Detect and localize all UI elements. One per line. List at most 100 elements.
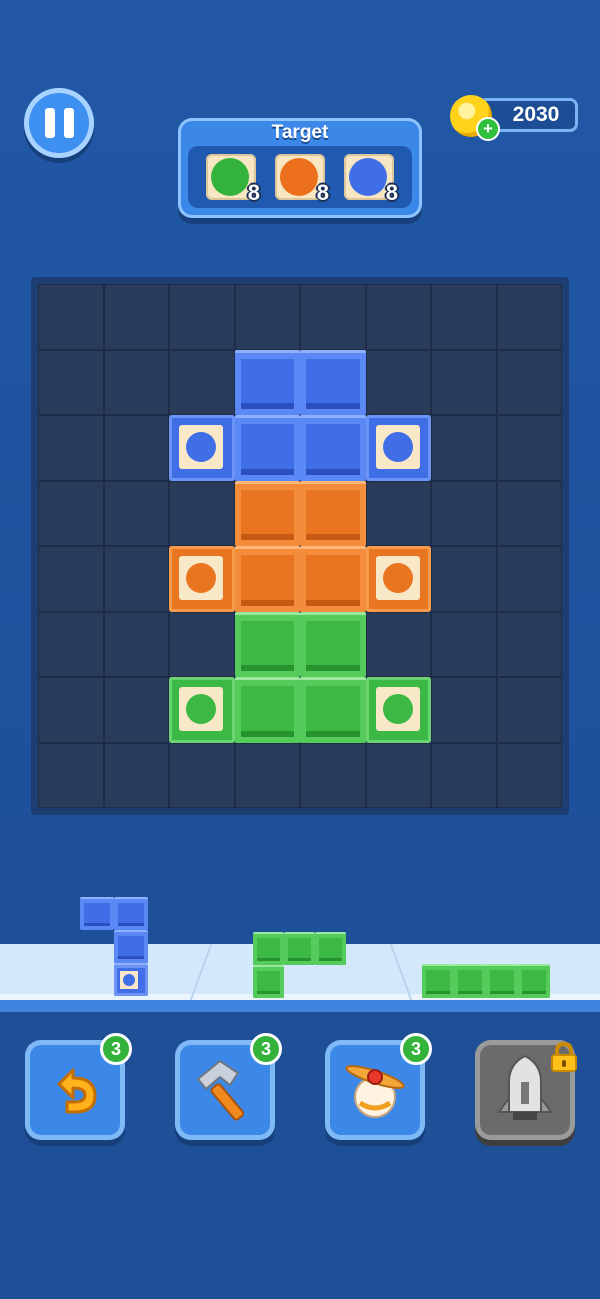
board-cell-empty[interactable] (38, 480, 104, 546)
board-cell-empty[interactable] (365, 284, 431, 350)
board-cell-empty[interactable] (169, 284, 235, 350)
board-cell-empty[interactable] (234, 742, 300, 808)
target-title: Target (271, 122, 329, 143)
board-cell-empty[interactable] (103, 415, 169, 481)
orange-circle-icon (186, 563, 216, 593)
board-cell-empty[interactable] (365, 480, 431, 546)
tile-pad (375, 556, 420, 600)
board-cell-empty[interactable] (496, 742, 562, 808)
target-count-green: 8 (247, 180, 260, 205)
undo-arrow-icon (57, 1068, 97, 1114)
green-circle-icon (211, 158, 249, 196)
add-coins-button[interactable]: + (476, 117, 500, 141)
board-cell-empty[interactable] (431, 611, 497, 677)
board-cell-empty[interactable] (38, 611, 104, 677)
board-cell-empty[interactable] (103, 742, 169, 808)
block-orange (300, 480, 366, 546)
board-cell-empty[interactable] (431, 284, 497, 350)
board-cell-empty[interactable] (103, 284, 169, 350)
lock-icon (551, 1042, 577, 1072)
target-count-blue: 8 (385, 180, 398, 205)
board-cell-empty[interactable] (496, 415, 562, 481)
block-green (234, 677, 300, 743)
board-cell-empty[interactable] (103, 546, 169, 612)
green-circle-icon (186, 694, 216, 724)
board-cell-empty[interactable] (496, 480, 562, 546)
board-cell-empty[interactable] (38, 415, 104, 481)
board-cell-empty[interactable] (234, 284, 300, 350)
board-cell-empty[interactable] (38, 284, 104, 350)
blue-circle-icon (186, 432, 216, 462)
tray-edge (0, 1000, 600, 1012)
target-item-blue: 8 (344, 154, 398, 205)
board-cell-empty[interactable] (103, 349, 169, 415)
target-tile-green (365, 677, 431, 743)
board-cell-empty[interactable] (38, 349, 104, 415)
board-cell-empty[interactable] (169, 349, 235, 415)
board-cell-empty[interactable] (38, 546, 104, 612)
target-tile-blue (365, 415, 431, 481)
blue-circle-icon (349, 158, 387, 196)
piece-cell (253, 932, 284, 965)
block-green (300, 611, 366, 677)
pause-icon-bar-left (44, 108, 55, 138)
piece-cell (518, 964, 550, 998)
block-green (234, 611, 300, 677)
block-orange (234, 546, 300, 612)
target-item-green: 8 (206, 154, 260, 205)
board-cell-empty[interactable] (365, 349, 431, 415)
board-cell-empty[interactable] (431, 742, 497, 808)
board-cell-empty[interactable] (496, 349, 562, 415)
piece-cell (284, 932, 315, 965)
propeller-bomb-icon (345, 1065, 405, 1118)
target-items: 8 8 8 (188, 146, 412, 208)
board-cell-empty[interactable] (103, 611, 169, 677)
board-cell-empty[interactable] (169, 480, 235, 546)
pause-button[interactable] (24, 88, 94, 158)
board-cell-empty[interactable] (169, 611, 235, 677)
board-cell-empty[interactable] (38, 677, 104, 743)
board-cell-empty[interactable] (365, 742, 431, 808)
target-item-orange: 8 (275, 154, 329, 205)
tile-pad (120, 971, 138, 989)
target-count-orange: 8 (316, 180, 329, 205)
block-blue (234, 349, 300, 415)
piece-cell (253, 965, 284, 998)
board-cell-empty[interactable] (431, 677, 497, 743)
hammer-count-badge: 3 (250, 1033, 282, 1065)
board-cell-empty[interactable] (496, 611, 562, 677)
board-cell-empty[interactable] (103, 480, 169, 546)
undo-count-badge: 3 (100, 1033, 132, 1065)
block-orange (300, 546, 366, 612)
board-cell-empty[interactable] (496, 677, 562, 743)
propeller-count-badge: 3 (400, 1033, 432, 1065)
tile-pad (179, 687, 223, 731)
board-cell-empty[interactable] (431, 546, 497, 612)
board-cell-empty[interactable] (38, 742, 104, 808)
blue-circle-icon (382, 432, 413, 462)
board-cell-empty[interactable] (431, 480, 497, 546)
board-cell-empty[interactable] (431, 415, 497, 481)
board-cell-empty[interactable] (365, 611, 431, 677)
block-blue (234, 415, 300, 481)
board-cell-empty[interactable] (103, 677, 169, 743)
piece-cell (315, 932, 346, 965)
target-tile-orange (365, 546, 431, 612)
rocket-icon (497, 1054, 553, 1120)
board-cell-empty[interactable] (431, 349, 497, 415)
green-circle-icon (382, 694, 413, 724)
board-cell-empty[interactable] (300, 742, 366, 808)
block-blue (300, 415, 366, 481)
board-cell-empty[interactable] (169, 742, 235, 808)
hammer-icon (197, 1060, 245, 1121)
board-cell-empty[interactable] (496, 284, 562, 350)
tile-pad (179, 556, 223, 600)
tile-pad (375, 425, 420, 469)
game-board[interactable] (38, 284, 562, 808)
target-tile-blue (169, 415, 235, 481)
pause-icon-bar-right (63, 108, 74, 138)
piece-cell (422, 964, 454, 998)
board-cell-empty[interactable] (496, 546, 562, 612)
piece-cell (114, 930, 148, 963)
board-cell-empty[interactable] (300, 284, 366, 350)
